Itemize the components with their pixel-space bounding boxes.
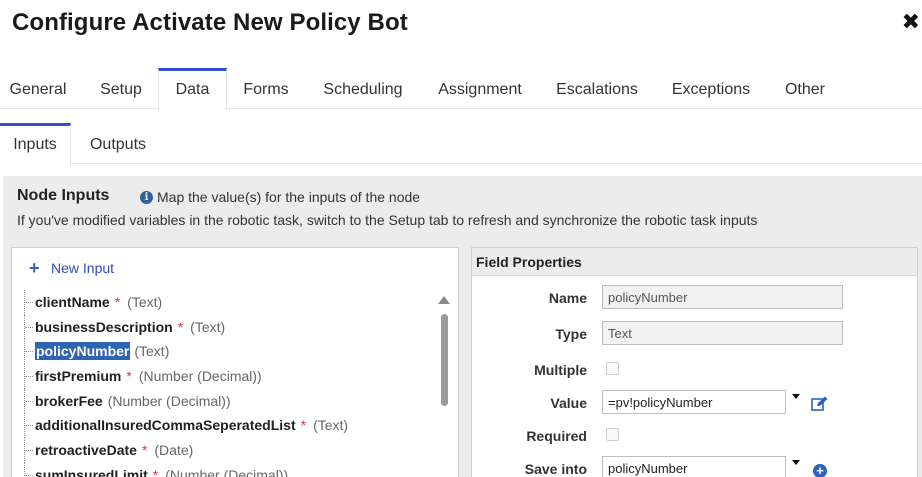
edit-expression-icon[interactable] xyxy=(811,396,828,411)
multiple-row: Multiple xyxy=(472,356,919,386)
info-text: Map the value(s) for the inputs of the n… xyxy=(157,189,421,205)
save-into-row: Save into policyNumber + xyxy=(472,455,919,477)
scrollbar-thumb[interactable] xyxy=(441,314,448,406)
input-type: (Text) xyxy=(190,318,226,335)
required-checkbox[interactable] xyxy=(606,428,619,441)
info-icon: i xyxy=(140,191,153,204)
tab-escalations[interactable]: Escalations xyxy=(542,68,652,109)
value-dropdown-caret[interactable] xyxy=(792,394,800,399)
multiple-label: Multiple xyxy=(534,362,587,378)
input-name: clientName xyxy=(35,294,110,310)
tab-other[interactable]: Other xyxy=(772,68,838,109)
input-name: sumInsuredLimit xyxy=(35,466,148,477)
field-properties-panel: Field Properties Name policyNumber Type … xyxy=(471,247,918,477)
input-name: businessDescription xyxy=(35,318,173,335)
tree-item[interactable]: sumInsuredLimit * (Number (Decimal)) xyxy=(22,462,432,477)
name-label: Name xyxy=(548,290,587,306)
value-field[interactable]: =pv!policyNumber xyxy=(602,390,786,414)
name-field: policyNumber xyxy=(602,285,843,309)
tree-item[interactable]: businessDescription * (Text) xyxy=(22,314,432,340)
tab-exceptions[interactable]: Exceptions xyxy=(660,68,762,109)
node-inputs-panel: Node Inputs i Map the value(s) for the i… xyxy=(3,176,922,477)
input-name: retroactiveDate xyxy=(35,442,137,459)
tree-item[interactable]: additionalInsuredCommaSeperatedList * (Tex… xyxy=(22,413,432,439)
input-type: (Number (Decimal)) xyxy=(165,466,289,477)
tree-item[interactable]: firstPremium * (Number (Decimal)) xyxy=(22,364,432,389)
new-input-label: New Input xyxy=(51,260,115,276)
input-name: policyNumber xyxy=(35,342,131,361)
scroll-up-arrow[interactable] xyxy=(438,296,450,304)
tab-inputs[interactable]: Inputs xyxy=(0,123,71,165)
add-circle-icon[interactable]: + xyxy=(813,464,827,477)
node-inputs-title: Node Inputs xyxy=(17,187,110,204)
required-marker: * xyxy=(141,442,148,459)
type-field: Text xyxy=(602,321,843,345)
required-marker: * xyxy=(126,368,132,385)
input-type: (Date) xyxy=(154,442,194,459)
input-type: (Number (Decimal)) xyxy=(107,392,231,409)
input-type: (Text) xyxy=(313,417,349,434)
input-name: additionalInsuredCommaSeperatedList xyxy=(35,417,296,434)
tab-data[interactable]: Data xyxy=(158,68,227,110)
input-name: brokerFee xyxy=(35,392,103,409)
input-name: firstPremium xyxy=(35,368,122,385)
input-type: (Text) xyxy=(127,294,163,310)
tab-outputs[interactable]: Outputs xyxy=(76,123,160,164)
inputs-tree: clientName * (Text) businessDescription * (T… xyxy=(22,290,432,477)
required-marker: * xyxy=(300,417,307,434)
value-row: Value =pv!policyNumber xyxy=(472,389,919,419)
save-into-field[interactable]: policyNumber xyxy=(602,456,786,477)
close-icon[interactable]: ✖ xyxy=(902,10,920,34)
dialog-title: Configure Activate New Policy Bot xyxy=(12,9,408,36)
tab-general[interactable]: General xyxy=(0,68,76,109)
plus-icon: + xyxy=(29,258,40,278)
multiple-checkbox[interactable] xyxy=(606,362,619,375)
input-type: (Number (Decimal)) xyxy=(138,368,262,385)
tree-item-selected[interactable]: policyNumber (Text) xyxy=(22,339,432,365)
new-input-button[interactable]: + New Input xyxy=(29,258,115,278)
sync-hint: If you've modified variables in the robo… xyxy=(17,212,758,228)
value-label: Value xyxy=(550,395,587,411)
type-label: Type xyxy=(555,326,587,342)
required-marker: * xyxy=(114,294,121,310)
tab-forms[interactable]: Forms xyxy=(232,68,300,109)
save-into-label: Save into xyxy=(524,461,587,477)
main-tabs: General Setup Data Forms Scheduling Assi… xyxy=(0,68,922,110)
required-marker: * xyxy=(177,318,184,335)
required-marker: * xyxy=(152,466,159,477)
required-row: Required xyxy=(472,422,919,452)
inputs-tree-panel: + New Input clientName * (Text) businessDes… xyxy=(11,247,459,477)
sub-tabs: Inputs Outputs xyxy=(0,123,922,165)
tab-setup[interactable]: Setup xyxy=(83,68,159,109)
save-into-dropdown-caret[interactable] xyxy=(792,460,800,465)
tree-item[interactable]: brokerFee (Number (Decimal)) xyxy=(22,388,432,414)
type-row: Type Text xyxy=(472,320,919,350)
input-type: (Text) xyxy=(134,343,170,360)
tab-assignment[interactable]: Assignment xyxy=(424,68,536,109)
tab-scheduling[interactable]: Scheduling xyxy=(309,68,417,109)
name-row: Name policyNumber xyxy=(472,284,919,314)
required-label: Required xyxy=(526,428,587,444)
tree-item[interactable]: clientName * (Text) xyxy=(22,290,432,315)
tree-item[interactable]: retroactiveDate * (Date) xyxy=(22,438,432,463)
field-properties-header: Field Properties xyxy=(472,248,917,276)
